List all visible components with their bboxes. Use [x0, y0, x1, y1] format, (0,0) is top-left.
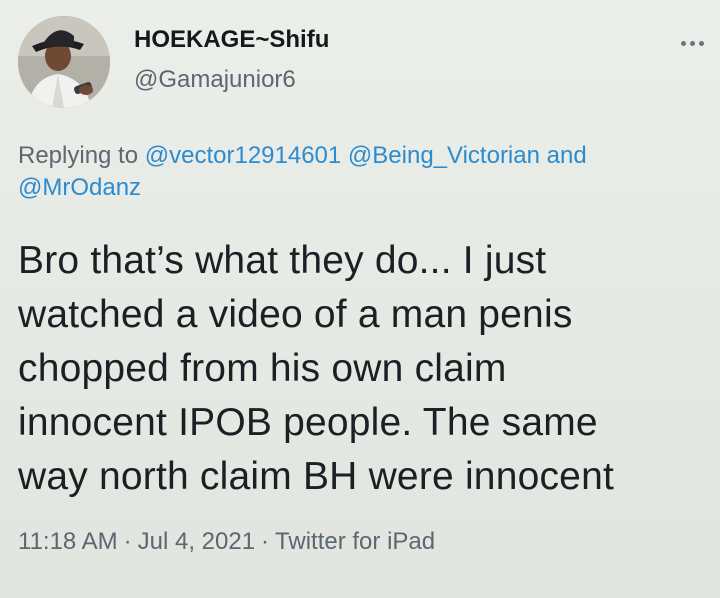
replying-to-label: Replying to: [18, 142, 145, 169]
avatar[interactable]: [18, 16, 110, 108]
tweet-text: Bro that’s what they do... I just watche…: [18, 234, 708, 504]
meta-separator: ·: [123, 528, 132, 555]
mention-link[interactable]: @Being_Victorian: [348, 142, 540, 169]
tweet-meta: 11:18 AM · Jul 4, 2021 · Twitter for iPad: [18, 528, 435, 556]
tweet-card: HOEKAGE~Shifu @Gamajunior6 Replying to @…: [0, 0, 720, 598]
tweet-line: way north claim BH were innocent: [18, 455, 614, 498]
tweet-time[interactable]: 11:18 AM: [18, 528, 118, 555]
meta-separator: ·: [261, 528, 270, 555]
mention-link[interactable]: @MrOdanz: [18, 174, 141, 201]
more-options-icon[interactable]: [672, 30, 712, 56]
tweet-line: Bro that’s what they do... I just: [18, 239, 547, 282]
tweet-line: watched a video of a man penis: [18, 293, 573, 336]
replying-to-line: Replying to @vector12914601 @Being_Victo…: [18, 140, 698, 204]
mention-link[interactable]: @vector12914601: [145, 142, 342, 169]
tweet-line: chopped from his own claim: [18, 347, 507, 390]
tweet-date[interactable]: Jul 4, 2021: [138, 528, 255, 555]
display-name[interactable]: HOEKAGE~Shifu: [134, 26, 329, 54]
profile-photo-icon: [18, 16, 110, 108]
user-handle[interactable]: @Gamajunior6: [134, 66, 296, 94]
mention-conjunction: and: [539, 142, 587, 169]
tweet-source: Twitter for iPad: [275, 528, 436, 555]
tweet-line: innocent IPOB people. The same: [18, 401, 598, 444]
